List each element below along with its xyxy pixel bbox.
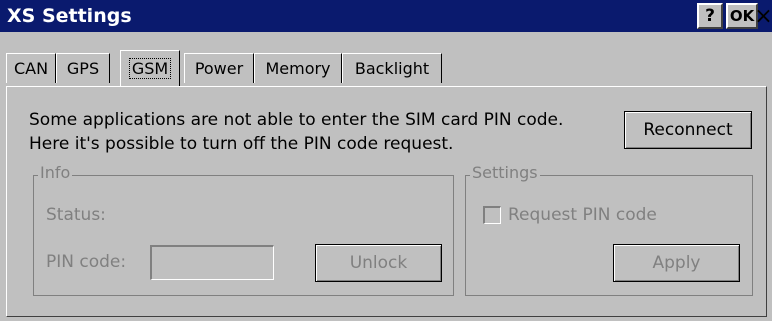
pin-code-input[interactable] (150, 245, 274, 280)
pin-code-label: PIN code: (46, 252, 127, 272)
tab-gps[interactable]: GPS (56, 53, 110, 83)
request-pin-label: Request PIN code (508, 205, 657, 225)
unlock-button[interactable]: Unlock (315, 244, 442, 282)
help-button[interactable]: ? (697, 3, 723, 29)
status-label: Status: (46, 205, 106, 225)
tab-can[interactable]: CAN (6, 53, 56, 83)
pin-description: Some applications are not able to enter … (29, 110, 564, 154)
ok-button[interactable]: OK (726, 3, 758, 29)
reconnect-button[interactable]: Reconnect (624, 111, 752, 149)
settings-group-label: Settings (470, 163, 540, 182)
tab-gsm[interactable]: GSM (120, 50, 180, 86)
window-title: XS Settings (7, 5, 132, 27)
tab-gsm-label: GSM (128, 58, 172, 79)
tab-backlight[interactable]: Backlight (342, 53, 442, 83)
info-group-label: Info (38, 163, 73, 182)
tab-memory[interactable]: Memory (254, 53, 342, 83)
apply-button[interactable]: Apply (613, 244, 740, 282)
request-pin-checkbox[interactable] (483, 206, 501, 224)
title-bar: XS Settings ? OK × (0, 0, 772, 32)
close-button[interactable]: × (754, 4, 772, 29)
tab-power[interactable]: Power (184, 53, 254, 83)
